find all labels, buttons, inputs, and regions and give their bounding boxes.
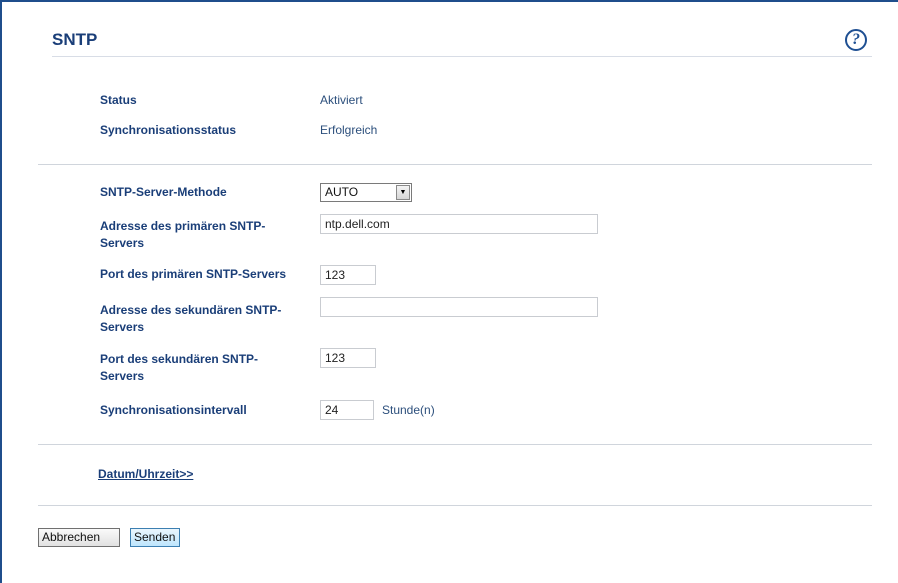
secondary-address-field[interactable] xyxy=(320,297,598,317)
sntp-method-label: SNTP-Server-Methode xyxy=(100,185,227,199)
sync-interval-field[interactable]: 24 xyxy=(320,400,374,420)
section-divider xyxy=(38,164,872,165)
sntp-method-select[interactable]: AUTO ▼ xyxy=(320,183,412,202)
sync-status-label: Synchronisationsstatus xyxy=(100,123,237,137)
window-top-border xyxy=(0,0,898,2)
section-divider xyxy=(38,444,872,445)
secondary-address-label: Adresse des sekundären SNTP- Servers xyxy=(100,302,281,336)
primary-port-field[interactable]: 123 xyxy=(320,265,376,285)
secondary-address-label-line1: Adresse des sekundären SNTP- xyxy=(100,303,282,317)
title-underline xyxy=(52,56,872,57)
sync-interval-unit: Stunde(n) xyxy=(382,403,435,417)
sntp-method-value: AUTO xyxy=(325,185,359,199)
secondary-port-label-line2: Servers xyxy=(100,369,145,383)
sync-status-value: Erfolgreich xyxy=(320,123,378,137)
question-circle-icon[interactable]: ? xyxy=(845,29,867,51)
primary-port-label: Port des primären SNTP-Servers xyxy=(100,267,287,281)
section-divider xyxy=(38,505,872,506)
secondary-port-label-line1: Port des sekundären SNTP- xyxy=(100,352,259,366)
secondary-port-label: Port des sekundären SNTP- Servers xyxy=(100,351,258,385)
secondary-port-field[interactable]: 123 xyxy=(320,348,376,368)
cancel-button[interactable]: Abbrechen xyxy=(38,528,120,547)
send-button[interactable]: Senden xyxy=(130,528,180,547)
sync-interval-label: Synchronisationsintervall xyxy=(100,403,247,417)
primary-address-label: Adresse des primären SNTP- Servers xyxy=(100,218,265,252)
datetime-link[interactable]: Datum/Uhrzeit>> xyxy=(98,467,193,481)
primary-address-label-line2: Servers xyxy=(100,236,145,250)
primary-address-label-line1: Adresse des primären SNTP- xyxy=(100,219,266,233)
secondary-address-label-line2: Servers xyxy=(100,320,145,334)
window-left-border xyxy=(0,0,2,583)
primary-address-field[interactable]: ntp.dell.com xyxy=(320,214,598,234)
page-title: SNTP xyxy=(52,30,98,49)
chevron-down-icon[interactable]: ▼ xyxy=(396,185,410,200)
status-label: Status xyxy=(100,93,137,107)
status-value: Aktiviert xyxy=(320,93,363,107)
